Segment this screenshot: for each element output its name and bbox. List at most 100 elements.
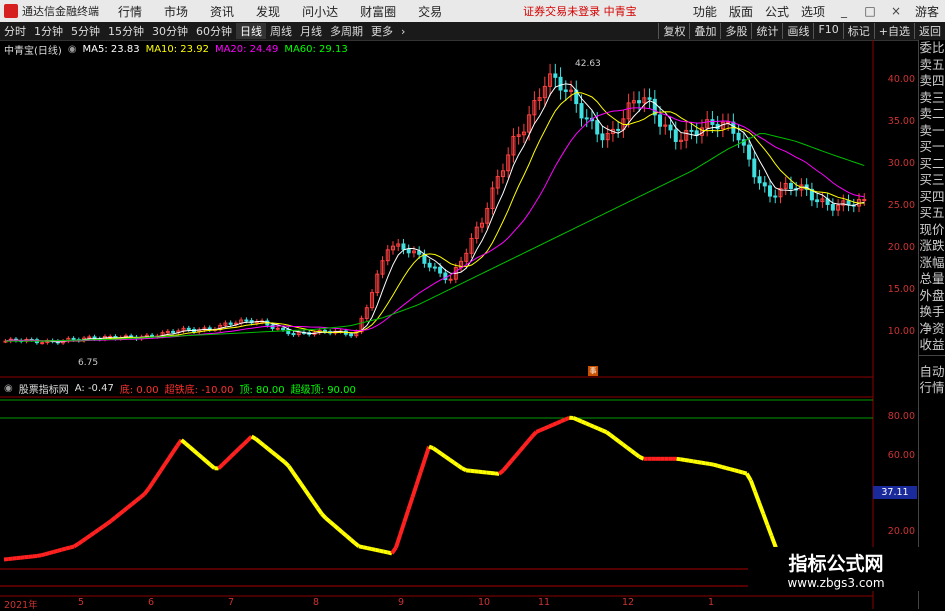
side-tab-19[interactable]: 收益: [919, 337, 945, 354]
side-tab-12[interactable]: 现价: [919, 222, 945, 239]
add-watchlist-button[interactable]: +自选: [874, 23, 914, 39]
side-tab-quote[interactable]: 行情: [919, 380, 945, 397]
settings-icon[interactable]: ◉: [68, 44, 77, 55]
indicator-header: ◉ 股票指标网 A: -0.47 底: 0.00 超铁底: -10.00 顶: …: [4, 381, 356, 396]
side-tab-9[interactable]: 买三: [919, 172, 945, 189]
candle-body: [151, 335, 154, 336]
menu-item-news[interactable]: 资讯: [199, 3, 245, 20]
indicator-fall-segment: [202, 458, 206, 462]
indicator-fall-segment: [631, 451, 635, 454]
minimize-icon[interactable]: _: [831, 4, 857, 18]
menu-item-ask[interactable]: 问小达: [291, 3, 349, 20]
indicator-rise-segment: [561, 420, 565, 422]
indicator-settings-icon[interactable]: ◉: [4, 383, 13, 394]
menu-formula[interactable]: 公式: [759, 3, 795, 20]
candle-body: [638, 101, 641, 103]
indicator-rise-segment: [49, 552, 53, 553]
indicator-fall-segment: [685, 460, 689, 461]
candle-body: [648, 98, 651, 100]
maximize-icon[interactable]: □: [857, 4, 883, 18]
side-tab-18[interactable]: 净资: [919, 321, 945, 338]
period-15min[interactable]: 15分钟: [104, 23, 148, 39]
indicator-rise-segment: [235, 448, 239, 452]
period-multi[interactable]: 多周期: [326, 23, 367, 39]
period-1min[interactable]: 1分钟: [30, 23, 67, 39]
price-chart[interactable]: [0, 40, 918, 609]
period-5min[interactable]: 5分钟: [67, 23, 104, 39]
stats-button[interactable]: 统计: [751, 23, 782, 39]
side-tab-6[interactable]: 卖一: [919, 123, 945, 140]
side-tab-10[interactable]: 买四: [919, 189, 945, 206]
y-tick-40: 40.00: [888, 74, 915, 85]
indicator-fall-segment: [627, 448, 631, 451]
side-tab-13[interactable]: 涨跌: [919, 238, 945, 255]
overlay-button[interactable]: 叠加: [689, 23, 720, 39]
app-title: 通达信金融终端: [22, 3, 99, 19]
indicator-fall-segment: [363, 547, 367, 548]
menu-item-market[interactable]: 市场: [153, 3, 199, 20]
menu-item-trade[interactable]: 交易: [407, 3, 453, 20]
side-tab-auto[interactable]: 自动: [919, 364, 945, 381]
back-button[interactable]: 返回: [914, 23, 945, 39]
guest-label[interactable]: 游客: [909, 3, 945, 20]
side-tab-5[interactable]: 卖二: [919, 106, 945, 123]
app-logo-icon: [4, 4, 18, 18]
menu-item-quotes[interactable]: 行情: [107, 3, 153, 20]
multi-stock-button[interactable]: 多股: [720, 23, 751, 39]
indicator-fall-segment: [181, 440, 185, 444]
indicator-fall-segment: [194, 451, 198, 455]
menu-layout[interactable]: 版面: [723, 3, 759, 20]
indicator-rise-segment: [66, 548, 70, 549]
candle-body: [439, 267, 442, 273]
side-tab-16[interactable]: 外盘: [919, 288, 945, 305]
f10-button[interactable]: F10: [813, 23, 842, 39]
candle-body: [187, 328, 190, 329]
side-tab-1[interactable]: 委比: [919, 40, 945, 57]
menu-options[interactable]: 选项: [795, 3, 831, 20]
indicator-rise-segment: [140, 494, 144, 497]
indicator-rise-segment: [421, 459, 425, 472]
period-daily[interactable]: 日线: [236, 23, 266, 39]
indicator-fall-segment: [751, 481, 755, 492]
indicator-rise-segment: [115, 514, 119, 517]
side-tab-14[interactable]: 涨幅: [919, 255, 945, 272]
menu-function[interactable]: 功能: [687, 3, 723, 20]
chevron-right-icon[interactable]: ›: [397, 25, 409, 38]
menu-item-wealth[interactable]: 财富圈: [349, 3, 407, 20]
candle-body: [433, 267, 436, 268]
login-warning[interactable]: 证券交易未登录 中青宝: [523, 3, 637, 19]
indicator-fall-segment: [718, 466, 722, 467]
period-60min[interactable]: 60分钟: [192, 23, 236, 39]
indicator-fall-segment: [693, 461, 697, 462]
level-super-bottom: 超铁底: -10.00: [165, 381, 234, 396]
x-label-5: 5: [78, 597, 84, 608]
period-weekly[interactable]: 周线: [266, 23, 296, 39]
indicator-fall-segment: [280, 459, 284, 462]
side-tab-3[interactable]: 卖四: [919, 73, 945, 90]
side-tab-15[interactable]: 总量: [919, 271, 945, 288]
mark-button[interactable]: 标记: [843, 23, 874, 39]
event-marker-icon[interactable]: 事: [588, 366, 598, 376]
menu-item-discover[interactable]: 发现: [245, 3, 291, 20]
draw-button[interactable]: 画线: [782, 23, 813, 39]
indicator-fall-segment: [297, 478, 301, 484]
indicator-rise-segment: [545, 427, 549, 429]
indicator-rise-segment: [95, 529, 99, 532]
adjust-button[interactable]: 复权: [658, 23, 689, 39]
indicator-rise-segment: [78, 541, 82, 544]
side-tab-4[interactable]: 卖三: [919, 90, 945, 107]
close-icon[interactable]: ×: [883, 4, 909, 18]
right-side-panel: 委比 卖五 卖四 卖三 卖二 卖一 买一 买二 买三 买四 买五 现价 涨跌 涨…: [918, 40, 945, 609]
period-more[interactable]: 更多: [367, 23, 397, 39]
period-monthly[interactable]: 月线: [296, 23, 326, 39]
indicator-fall-segment: [726, 468, 730, 469]
side-tab-17[interactable]: 换手: [919, 304, 945, 321]
side-tab-8[interactable]: 买二: [919, 156, 945, 173]
side-tab-2[interactable]: 卖五: [919, 57, 945, 74]
side-tab-7[interactable]: 买一: [919, 139, 945, 156]
indicator-rise-segment: [528, 436, 532, 441]
side-tab-11[interactable]: 买五: [919, 205, 945, 222]
indicator-fall-segment: [318, 508, 322, 514]
period-minute[interactable]: 分时: [0, 23, 30, 39]
period-30min[interactable]: 30分钟: [148, 23, 192, 39]
